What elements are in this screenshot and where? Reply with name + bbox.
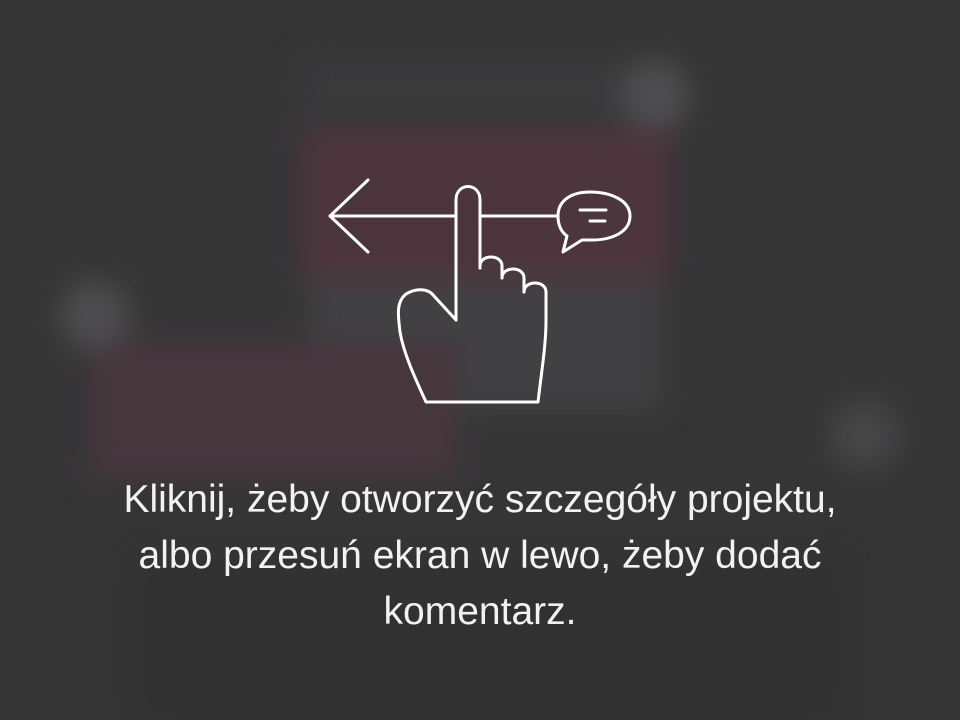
swipe-left-hand-icon — [320, 170, 640, 410]
hand-icon — [396, 185, 548, 404]
comment-bubble-icon — [556, 190, 632, 254]
hint-line-3: komentarz. — [383, 590, 577, 633]
onboarding-hint-text: Kliknij, żeby otworzyć szczegóły projekt… — [30, 472, 930, 640]
hint-line-1: Kliknij, żeby otworzyć szczegóły projekt… — [123, 478, 837, 521]
hint-line-2: albo przesuń ekran w lewo, żeby dodać — [138, 534, 822, 577]
arrow-left-icon — [328, 178, 560, 254]
